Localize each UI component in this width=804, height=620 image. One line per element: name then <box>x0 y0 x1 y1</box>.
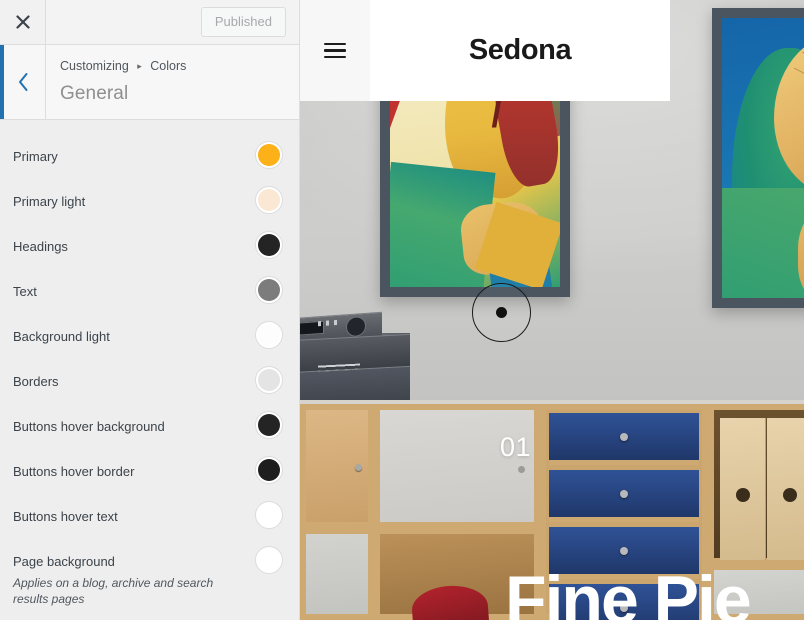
color-swatch-button[interactable] <box>255 546 283 574</box>
color-swatch-fill <box>258 414 280 436</box>
color-control-label: Primary <box>13 149 58 164</box>
customizer-screen: Published Customizing ▸ Colors General P… <box>0 0 804 620</box>
customizer-topbar: Published <box>0 0 299 45</box>
breadcrumb: Customizing ▸ Colors <box>60 58 285 75</box>
color-swatch-fill <box>258 324 280 346</box>
color-control-label: Headings <box>13 239 68 254</box>
color-swatch-wrapper <box>255 404 283 439</box>
color-control-row[interactable]: Buttons hover background <box>0 404 299 449</box>
chevron-left-icon <box>15 72 30 92</box>
color-control-label: Buttons hover text <box>13 509 118 524</box>
color-swatch-wrapper <box>255 359 283 394</box>
site-preview: ƒ <box>300 0 804 620</box>
color-control-label: Borders <box>13 374 59 389</box>
slide-number: 01 <box>500 432 532 462</box>
color-control-row[interactable]: Primary light <box>0 179 299 224</box>
site-title[interactable]: Sedona <box>469 34 572 67</box>
color-swatch-button[interactable] <box>255 276 283 304</box>
color-swatch-button[interactable] <box>255 366 283 394</box>
breadcrumb-separator-icon: ▸ <box>137 61 142 71</box>
color-swatch-fill <box>258 279 280 301</box>
color-swatch-fill <box>258 189 280 211</box>
customizer-titles: Customizing ▸ Colors General <box>46 45 299 119</box>
color-swatch-wrapper <box>255 314 283 349</box>
color-swatch-button[interactable] <box>255 186 283 214</box>
color-control-description: Applies on a blog, archive and search re… <box>13 576 214 606</box>
publish-button[interactable]: Published <box>200 6 286 38</box>
color-swatch-fill <box>258 144 280 166</box>
customizer-panel: Published Customizing ▸ Colors General P… <box>0 0 300 620</box>
color-swatch-wrapper <box>255 494 283 529</box>
color-control-row[interactable]: Buttons hover text <box>0 494 299 539</box>
menu-toggle-button[interactable] <box>300 0 370 101</box>
color-control-row[interactable]: Page background Applies on a blog, archiv… <box>0 539 299 607</box>
breadcrumb-current[interactable]: Colors <box>150 59 186 73</box>
color-control-label: Buttons hover background <box>13 419 165 434</box>
framed-painting-woman <box>712 8 804 308</box>
color-control-row[interactable]: Borders <box>0 359 299 404</box>
close-customizer-button[interactable] <box>0 0 46 44</box>
close-x-icon <box>15 15 30 29</box>
color-swatch-fill <box>258 459 280 481</box>
color-swatch-button[interactable] <box>255 411 283 439</box>
cursor-click-marker <box>472 283 531 342</box>
color-swatch-wrapper <box>255 539 283 574</box>
color-control-row[interactable]: Primary <box>0 134 299 179</box>
color-swatch-fill <box>258 369 280 391</box>
color-swatch-button[interactable] <box>255 231 283 259</box>
color-swatch-button[interactable] <box>255 141 283 169</box>
color-swatch-wrapper <box>255 134 283 169</box>
back-button[interactable] <box>0 45 46 119</box>
color-control-label: Text <box>13 284 37 299</box>
color-control-row[interactable]: Buttons hover border <box>0 449 299 494</box>
color-swatch-wrapper <box>255 269 283 304</box>
color-control-row[interactable]: Background light <box>0 314 299 359</box>
color-swatch-fill <box>258 504 280 526</box>
color-swatch-fill <box>258 549 280 571</box>
color-control-row[interactable]: Headings <box>0 224 299 269</box>
color-swatch-wrapper <box>255 224 283 259</box>
site-header: Sedona <box>300 0 670 101</box>
color-swatch-wrapper <box>255 179 283 214</box>
hero-heading: Fine Pie <box>505 562 752 620</box>
site-title-container: Sedona <box>370 0 670 101</box>
color-swatch-button[interactable] <box>255 321 283 349</box>
color-control-row[interactable]: Text <box>0 269 299 314</box>
color-swatch-wrapper <box>255 449 283 484</box>
breadcrumb-root[interactable]: Customizing <box>60 59 129 73</box>
color-control-label: Page background <box>13 554 115 569</box>
color-swatch-fill <box>258 234 280 256</box>
customizer-topbar-actions: Published <box>46 0 299 44</box>
color-swatch-button[interactable] <box>255 456 283 484</box>
page-title: General <box>60 83 129 104</box>
color-controls-list: Primary Primary light Headings Text Backgrou… <box>0 120 299 620</box>
color-control-label: Buttons hover border <box>13 464 135 479</box>
color-control-label: Background light <box>13 329 110 344</box>
color-swatch-button[interactable] <box>255 501 283 529</box>
color-control-label: Primary light <box>13 194 86 209</box>
customizer-section-header: Customizing ▸ Colors General <box>0 45 299 120</box>
hamburger-menu-icon <box>324 42 346 59</box>
